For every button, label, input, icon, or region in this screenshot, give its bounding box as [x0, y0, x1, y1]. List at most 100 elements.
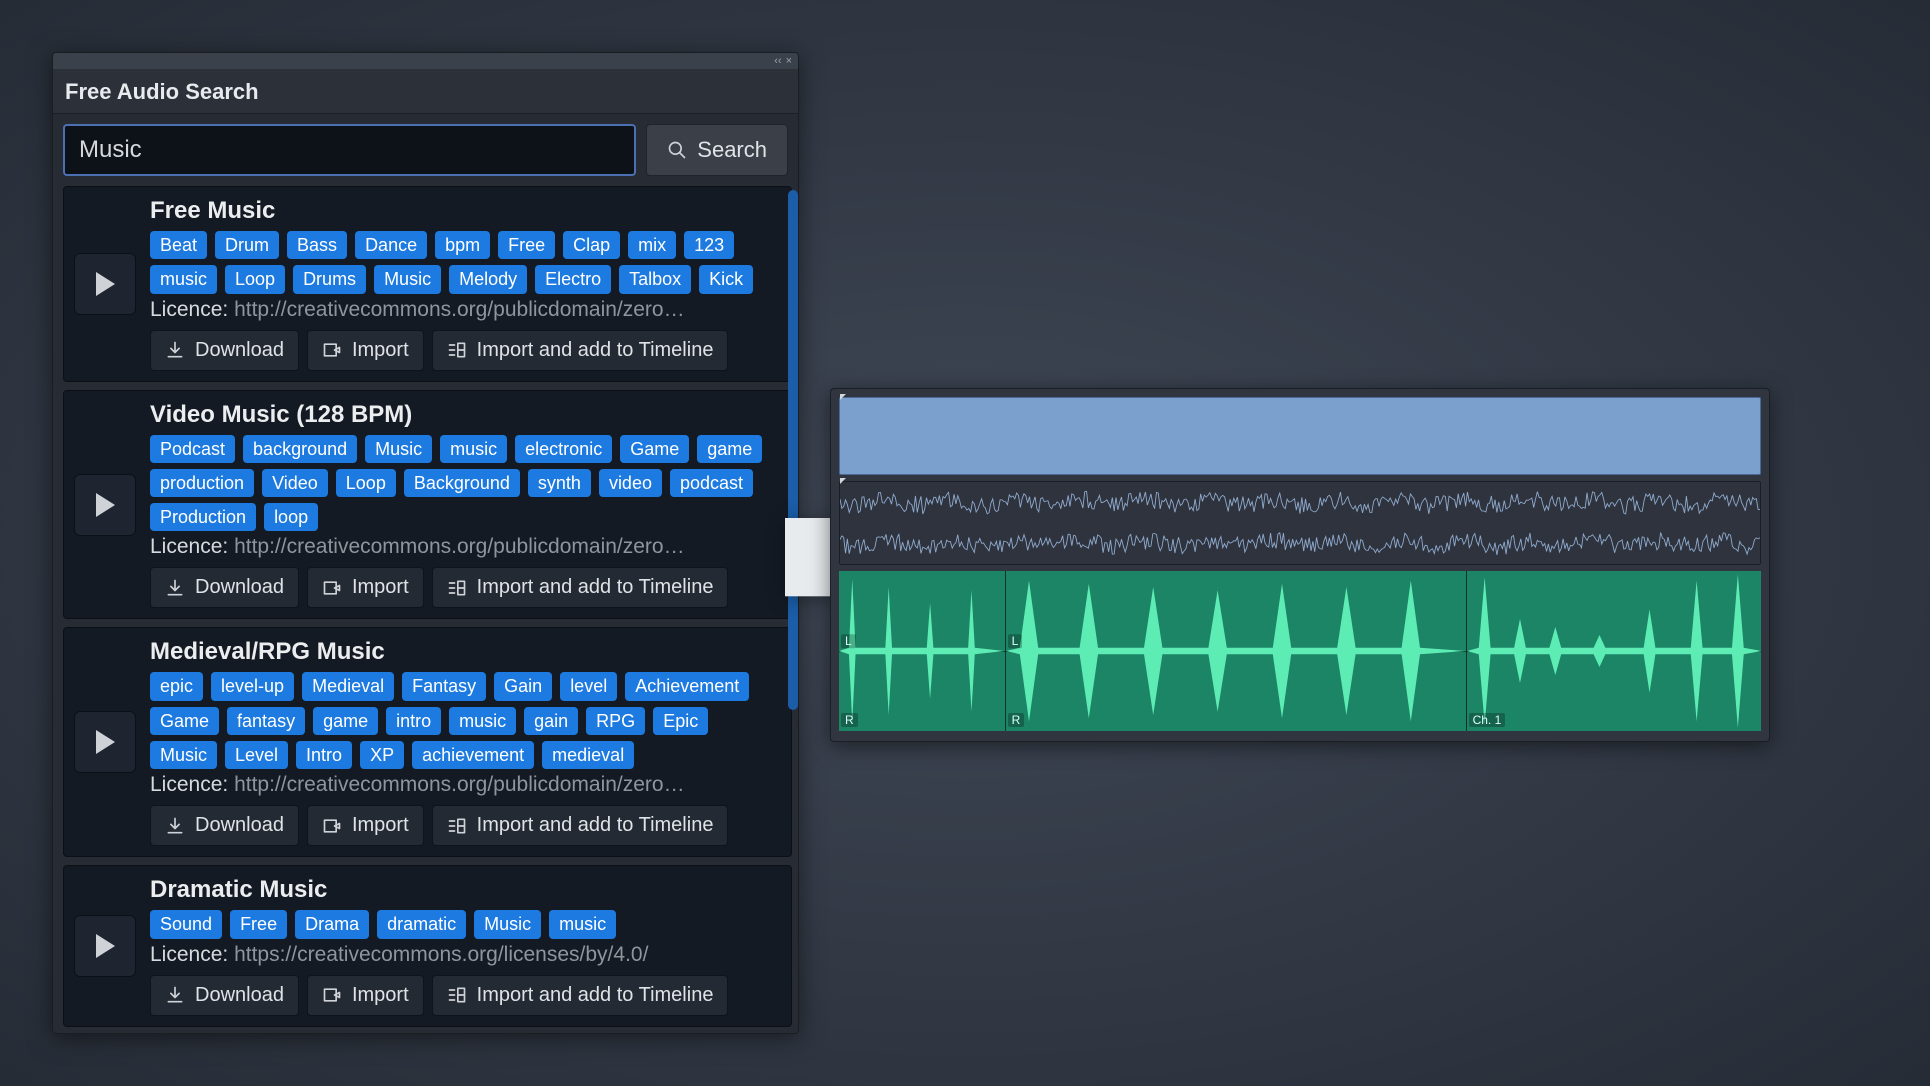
- tag[interactable]: Loop: [336, 469, 396, 497]
- tag[interactable]: Drums: [293, 265, 366, 293]
- tag[interactable]: bpm: [435, 231, 490, 259]
- tag[interactable]: gain: [524, 707, 578, 735]
- tag[interactable]: game: [697, 435, 762, 463]
- titlebar: ‹‹ ×: [53, 53, 798, 69]
- download-button[interactable]: Download: [150, 330, 299, 371]
- play-button[interactable]: [74, 253, 136, 315]
- tag[interactable]: Video: [262, 469, 328, 497]
- tag[interactable]: music: [440, 435, 507, 463]
- tag[interactable]: Game: [150, 707, 219, 735]
- tag[interactable]: achievement: [412, 741, 534, 769]
- import-timeline-button[interactable]: Import and add to Timeline: [432, 567, 729, 608]
- tag[interactable]: Clap: [563, 231, 620, 259]
- import-timeline-button[interactable]: Import and add to Timeline: [432, 805, 729, 846]
- download-button[interactable]: Download: [150, 975, 299, 1016]
- tag[interactable]: Dance: [355, 231, 427, 259]
- tag-list: epic level-up Medieval Fantasy Gain level Achi…: [150, 672, 779, 769]
- channel-label-r: R: [841, 713, 858, 727]
- tag[interactable]: mix: [628, 231, 676, 259]
- tag[interactable]: Melody: [449, 265, 527, 293]
- tag[interactable]: level-up: [211, 672, 294, 700]
- panel-title: Free Audio Search: [53, 69, 798, 114]
- play-icon: [93, 270, 117, 298]
- tag[interactable]: epic: [150, 672, 203, 700]
- close-button[interactable]: ×: [786, 55, 792, 67]
- tag[interactable]: XP: [360, 741, 404, 769]
- tag[interactable]: intro: [386, 707, 441, 735]
- tag[interactable]: 123: [684, 231, 734, 259]
- tag[interactable]: Kick: [699, 265, 753, 293]
- timeline-add-icon: [447, 816, 467, 836]
- tag[interactable]: Podcast: [150, 435, 235, 463]
- tag[interactable]: music: [449, 707, 516, 735]
- search-input[interactable]: [63, 124, 636, 176]
- tag[interactable]: Achievement: [625, 672, 749, 700]
- tag[interactable]: Music: [365, 435, 432, 463]
- tag[interactable]: electronic: [515, 435, 612, 463]
- tag[interactable]: Drama: [295, 910, 369, 938]
- tag[interactable]: Music: [374, 265, 441, 293]
- play-button[interactable]: [74, 474, 136, 536]
- tag[interactable]: Music: [150, 741, 217, 769]
- scrollbar[interactable]: [788, 190, 798, 710]
- search-button[interactable]: Search: [646, 124, 788, 176]
- tag[interactable]: podcast: [670, 469, 753, 497]
- results-list: Free Music BeatDrumBassDancebpmFreeClapm…: [53, 186, 798, 1033]
- tag[interactable]: music: [549, 910, 616, 938]
- waveform-channel-l: [840, 482, 1760, 523]
- audio-clip-3[interactable]: Ch. 1: [1466, 571, 1761, 731]
- import-button[interactable]: Import: [307, 805, 424, 846]
- audio-clip-1[interactable]: L R: [839, 571, 1005, 731]
- tag[interactable]: RPG: [586, 707, 645, 735]
- tag[interactable]: Bass: [287, 231, 347, 259]
- play-button[interactable]: [74, 915, 136, 977]
- tag[interactable]: Level: [225, 741, 288, 769]
- result-card: Video Music (128 BPM) PodcastbackgroundM…: [63, 390, 792, 620]
- download-button[interactable]: Download: [150, 805, 299, 846]
- tag[interactable]: Game: [620, 435, 689, 463]
- import-timeline-button[interactable]: Import and add to Timeline: [432, 975, 729, 1016]
- tag[interactable]: Production: [150, 503, 256, 531]
- tag[interactable]: background: [243, 435, 357, 463]
- tag[interactable]: Sound: [150, 910, 222, 938]
- tag[interactable]: video: [599, 469, 662, 497]
- tag[interactable]: loop: [264, 503, 318, 531]
- tag[interactable]: Gain: [494, 672, 552, 700]
- play-button[interactable]: [74, 711, 136, 773]
- video-track[interactable]: [839, 397, 1761, 475]
- import-button[interactable]: Import: [307, 330, 424, 371]
- audio-clip-2[interactable]: L R: [1005, 571, 1466, 731]
- tag[interactable]: Medieval: [302, 672, 394, 700]
- tag[interactable]: music: [150, 265, 217, 293]
- download-button[interactable]: Download: [150, 567, 299, 608]
- tag[interactable]: level: [560, 672, 617, 700]
- tag[interactable]: dramatic: [377, 910, 466, 938]
- licence-line: Licence: http://creativecommons.org/publ…: [150, 535, 779, 559]
- import-button[interactable]: Import: [307, 567, 424, 608]
- tag[interactable]: medieval: [542, 741, 634, 769]
- tag[interactable]: Beat: [150, 231, 207, 259]
- search-icon: [667, 140, 687, 160]
- tag[interactable]: Loop: [225, 265, 285, 293]
- tag[interactable]: Free: [230, 910, 287, 938]
- tag[interactable]: production: [150, 469, 254, 497]
- audio-track-stereo[interactable]: [839, 481, 1761, 565]
- tag[interactable]: Free: [498, 231, 555, 259]
- tag[interactable]: Fantasy: [402, 672, 486, 700]
- tag[interactable]: Electro: [535, 265, 611, 293]
- tag[interactable]: Talbox: [619, 265, 691, 293]
- tag[interactable]: Background: [404, 469, 520, 497]
- collapse-button[interactable]: ‹‹: [774, 55, 781, 67]
- tag[interactable]: synth: [528, 469, 591, 497]
- result-card: Free Music BeatDrumBassDancebpmFreeClapm…: [63, 186, 792, 382]
- tag[interactable]: Drum: [215, 231, 279, 259]
- audio-track-clips[interactable]: L R L R Ch. 1: [839, 571, 1761, 731]
- import-button[interactable]: Import: [307, 975, 424, 1016]
- import-timeline-button[interactable]: Import and add to Timeline: [432, 330, 729, 371]
- tag[interactable]: game: [313, 707, 378, 735]
- tag[interactable]: fantasy: [227, 707, 305, 735]
- tag[interactable]: Intro: [296, 741, 352, 769]
- tag[interactable]: Epic: [653, 707, 708, 735]
- licence-label: Licence:: [150, 298, 234, 321]
- tag[interactable]: Music: [474, 910, 541, 938]
